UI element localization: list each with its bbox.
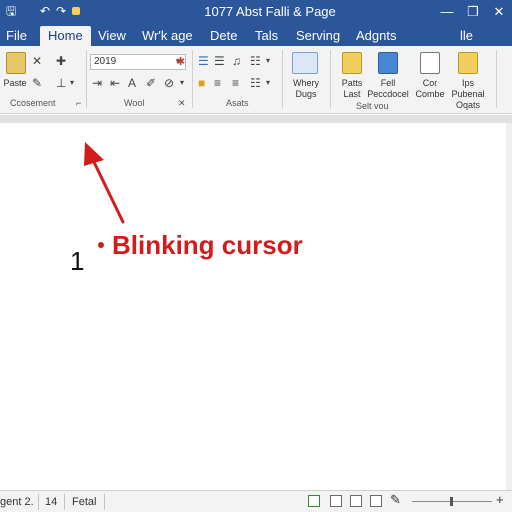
tab-tals[interactable]: Tals xyxy=(255,26,278,46)
font-value: 2019 xyxy=(94,56,117,67)
close-button[interactable]: ✕ xyxy=(488,2,510,22)
button-label: Oqats xyxy=(455,100,480,110)
indent-icon[interactable]: ⇥ xyxy=(92,76,102,90)
button-label: Last xyxy=(343,89,361,99)
page-count[interactable]: gent 2. xyxy=(0,495,34,509)
title-bar: 🖫 ↶ ↷ 1077 Abst Falli & Page — ❐ ✕ xyxy=(0,0,512,24)
text-effect-icon[interactable]: ⊘ xyxy=(164,76,174,90)
numbering-icon[interactable]: ☰ xyxy=(214,54,225,68)
chevron-down-icon[interactable]: ▾ xyxy=(70,76,74,90)
bullet-icon xyxy=(98,242,104,249)
tab-dete[interactable]: Dete xyxy=(210,26,237,46)
bullets-icon[interactable]: ☰ xyxy=(198,54,209,68)
chevron-down-icon[interactable]: ▾ xyxy=(266,76,270,90)
word-count[interactable]: 14 xyxy=(45,495,57,509)
folder-icon[interactable] xyxy=(458,52,478,74)
redo-icon[interactable]: ↷ xyxy=(56,3,66,19)
paste-list-icon[interactable] xyxy=(342,52,362,74)
button-label: Ips xyxy=(461,78,474,88)
zoom-slider-knob[interactable] xyxy=(450,497,453,506)
chevron-down-icon[interactable]: ▾ xyxy=(180,76,184,90)
button-label: Peccdocel xyxy=(367,89,409,99)
clear-format-icon[interactable]: ⊥ xyxy=(56,76,66,90)
font-size-icon[interactable]: A xyxy=(128,76,136,90)
customize-qat-icon[interactable] xyxy=(72,3,80,19)
font-select[interactable]: 2019 ▼ xyxy=(90,54,186,70)
tab-file[interactable]: File xyxy=(6,26,27,46)
focus-mode-icon[interactable] xyxy=(308,495,320,507)
print-layout-icon[interactable] xyxy=(350,495,362,507)
clipboard-group-label: Ccosement xyxy=(10,98,56,108)
view-label-1: Whery xyxy=(292,78,319,88)
paste-label: Paste xyxy=(3,78,27,88)
window-icon[interactable] xyxy=(292,52,318,74)
ribbon: Paste ✕ ✚ ✎ ⊥ ▾ Ccosement ⌐ 2019 ▼ ✱ ⇥ ⇤… xyxy=(0,46,512,114)
tab-adgnts[interactable]: Adgnts xyxy=(356,26,396,46)
font-group-label: Wool xyxy=(124,98,145,108)
undo-icon[interactable]: ↶ xyxy=(40,3,50,19)
status-divider xyxy=(38,494,39,510)
group-divider xyxy=(496,50,497,108)
restore-button[interactable]: ❐ xyxy=(462,2,484,22)
tab-lle[interactable]: lle xyxy=(460,26,473,46)
paste-icon[interactable] xyxy=(6,52,26,74)
borders-icon[interactable]: ☷ xyxy=(250,76,261,90)
shading-icon[interactable]: ■ xyxy=(198,76,205,90)
group-divider xyxy=(192,50,193,108)
button-label: Cor xyxy=(422,78,438,88)
save-icon[interactable]: 🖫 xyxy=(6,3,16,19)
button-label: Combe xyxy=(415,89,445,99)
button-label: Patts xyxy=(341,78,363,88)
sort-icon[interactable]: ☷ xyxy=(250,54,261,68)
group-divider xyxy=(86,50,87,108)
highlight-icon[interactable]: ✐ xyxy=(146,76,156,90)
status-bar: gent 2. 14 Fetal ✎ + xyxy=(0,490,512,512)
annotation-text: Blinking cursor xyxy=(112,230,303,260)
tab-serving[interactable]: Serving xyxy=(296,26,340,46)
add-icon[interactable]: ✚ xyxy=(56,54,66,68)
button-label: Pubenal xyxy=(451,89,485,99)
tab-view[interactable]: View xyxy=(98,26,126,46)
document-title: 1077 Abst Falli & Page xyxy=(204,4,336,19)
page-icon[interactable] xyxy=(420,52,440,74)
cut-icon[interactable]: ✕ xyxy=(32,54,42,68)
dialog-launcher-icon[interactable]: ⌐ xyxy=(76,98,81,108)
outdent-icon[interactable]: ⇤ xyxy=(110,76,120,90)
cursor-annotation: Blinking cursor xyxy=(98,228,303,262)
read-mode-icon[interactable] xyxy=(330,495,342,507)
button-label: Fell xyxy=(380,78,396,88)
status-divider xyxy=(64,494,65,510)
line-number: 1 xyxy=(70,246,85,276)
group-divider xyxy=(330,50,331,108)
align-center-icon[interactable]: ≡ xyxy=(232,76,239,90)
format-painter-icon[interactable]: ✎ xyxy=(32,76,42,90)
ribbon-tabs: File Home View Wr'k age Dete Tals Servin… xyxy=(0,24,512,46)
vertical-scrollbar[interactable] xyxy=(506,123,512,490)
ruler xyxy=(0,115,512,123)
editing-group-label: Selt vou xyxy=(356,101,389,111)
dialog-launcher-icon[interactable]: ✕ xyxy=(178,98,186,109)
view-label-2: Dugs xyxy=(295,89,317,99)
language-indicator[interactable]: Fetal xyxy=(72,495,96,509)
paragraph-group-label: Asats xyxy=(226,98,249,108)
document-canvas[interactable] xyxy=(0,123,512,490)
chevron-down-icon[interactable]: ▾ xyxy=(266,54,270,68)
status-divider xyxy=(104,494,105,510)
document-icon[interactable] xyxy=(378,52,398,74)
multilevel-icon[interactable]: ♫ xyxy=(232,54,241,68)
minimize-button[interactable]: — xyxy=(436,2,458,22)
group-divider xyxy=(282,50,283,108)
tab-workpage[interactable]: Wr'k age xyxy=(142,26,193,46)
tab-home[interactable]: Home xyxy=(40,26,91,46)
align-left-icon[interactable]: ≡ xyxy=(214,76,221,90)
pen-icon[interactable]: ✎ xyxy=(390,493,401,507)
web-layout-icon[interactable] xyxy=(370,495,382,507)
font-color-icon[interactable]: ✱ xyxy=(176,55,185,69)
zoom-in-icon[interactable]: + xyxy=(496,493,504,507)
